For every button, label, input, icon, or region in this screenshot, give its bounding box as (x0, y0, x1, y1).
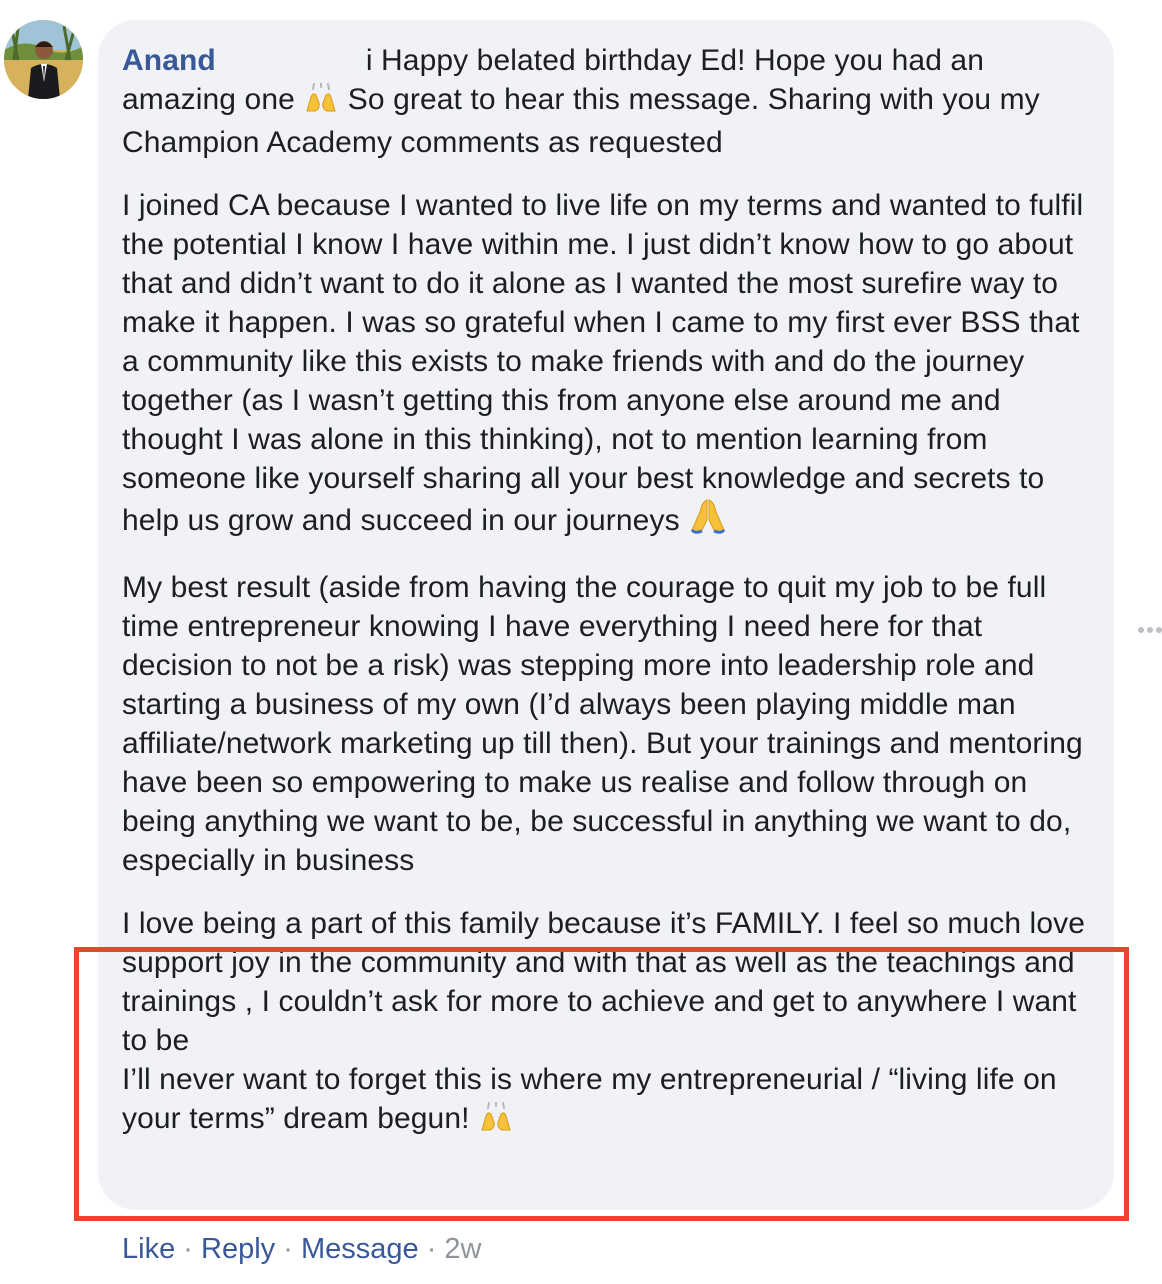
comment-paragraph-2: I joined CA because I wanted to live lif… (122, 186, 1092, 544)
author-avatar[interactable] (4, 20, 83, 99)
highlight-box (74, 947, 1129, 1221)
comment-paragraph-intro: Anand i Happy belated birthday Ed! Hope y… (122, 41, 1092, 162)
like-link[interactable]: Like (122, 1233, 175, 1265)
comment-paragraph-3: My best result (aside from having the co… (122, 571, 1083, 877)
message-link[interactable]: Message (301, 1233, 419, 1265)
separator: · (283, 1233, 293, 1265)
comment-timestamp-link[interactable]: 2w (444, 1233, 481, 1265)
separator: · (426, 1233, 437, 1265)
more-options-icon[interactable] (1137, 622, 1162, 633)
avatar-image (4, 20, 83, 99)
folded-hands-emoji-icon (688, 498, 728, 544)
reply-link[interactable]: Reply (201, 1233, 275, 1265)
author-name-link[interactable]: Anand (122, 44, 216, 77)
comment-actions: Like · Reply · Message · 2w (122, 1230, 482, 1268)
raising-hands-emoji-icon (303, 82, 339, 123)
separator: · (183, 1233, 193, 1265)
paragraph-2-text: I joined CA because I wanted to live lif… (122, 189, 1084, 537)
